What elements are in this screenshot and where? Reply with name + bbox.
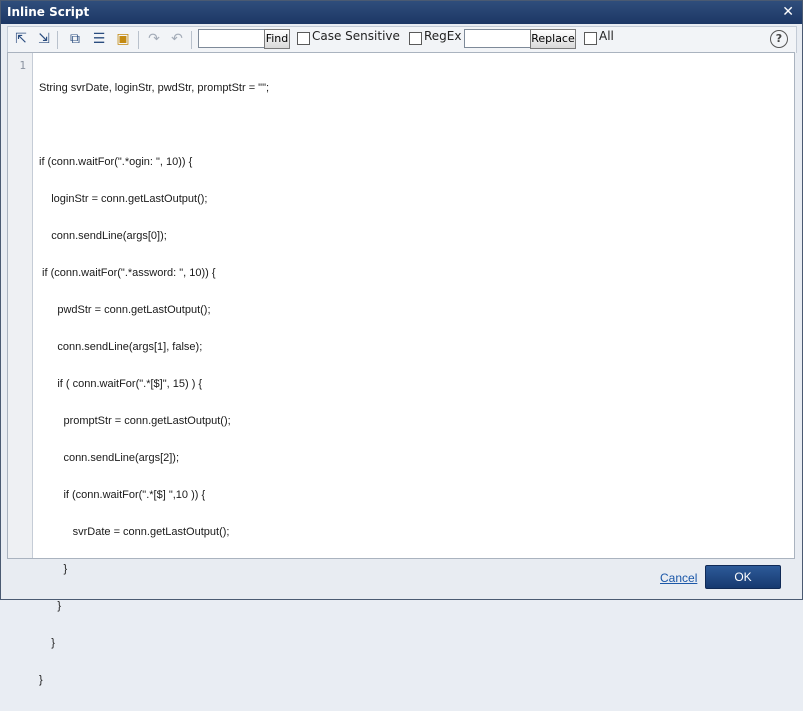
regex-checkbox[interactable] (409, 32, 422, 45)
code-text[interactable]: String svrDate, loginStr, pwdStr, prompt… (39, 58, 269, 711)
title-bar: Inline Script ✕ (1, 1, 802, 24)
redo-icon[interactable]: ↷ (145, 30, 163, 48)
code-line: conn.sendLine(args[1], false); (39, 341, 203, 353)
toolbar-separator (57, 31, 58, 49)
cancel-link[interactable]: Cancel (660, 571, 697, 585)
paste-icon[interactable]: ▣ (114, 30, 132, 48)
toolbar-separator (191, 31, 192, 49)
ok-button[interactable]: OK (705, 565, 781, 589)
code-line: svrDate = conn.getLastOutput(); (39, 526, 230, 538)
code-editor[interactable]: 1 String svrDate, loginStr, pwdStr, prom… (7, 52, 795, 686)
code-line: } (39, 637, 55, 649)
code-line: } (39, 600, 62, 612)
find-input[interactable] (198, 29, 268, 48)
line-number-gutter: 1 (8, 53, 33, 558)
code-line: String svrDate, loginStr, pwdStr, prompt… (39, 82, 270, 94)
help-icon[interactable]: ? (770, 30, 788, 48)
code-line: conn.sendLine(args[0]); (39, 230, 167, 242)
line-number: 1 (19, 59, 26, 72)
editor-toolbar: ⇱ ⇲ ⧉ ☰ ▣ ↷ ↶ Find Case Sensitive RegEx … (7, 26, 797, 53)
dialog-title: Inline Script (7, 5, 90, 19)
code-line: if ( conn.waitFor(".*[$]", 15) ) { (39, 378, 203, 390)
code-line: if (conn.waitFor(".*[$] ",10 )) { (39, 489, 206, 501)
code-line: pwdStr = conn.getLastOutput(); (39, 304, 211, 316)
regex-label: RegEx (424, 29, 462, 43)
case-sensitive-label: Case Sensitive (312, 29, 400, 43)
replace-input[interactable] (464, 29, 532, 48)
replace-button[interactable]: Replace (530, 29, 576, 49)
copy-icon[interactable]: ⧉ (66, 30, 84, 48)
inline-script-dialog: Inline Script ✕ ⇱ ⇲ ⧉ ☰ ▣ ↷ ↶ Find Case … (0, 0, 803, 686)
indent-icon[interactable]: ☰ (90, 30, 108, 48)
code-line: if (conn.waitFor(".*assword: ", 10)) { (39, 267, 216, 279)
code-line: promptStr = conn.getLastOutput(); (39, 415, 231, 427)
replace-all-checkbox[interactable] (584, 32, 597, 45)
find-button[interactable]: Find (264, 29, 290, 49)
code-line: loginStr = conn.getLastOutput(); (39, 193, 208, 205)
case-sensitive-checkbox[interactable] (297, 32, 310, 45)
toolbar-separator (138, 31, 139, 49)
import-icon[interactable]: ⇱ (12, 30, 30, 48)
close-icon[interactable]: ✕ (782, 4, 794, 20)
replace-all-label: All (599, 29, 614, 43)
dialog-footer: Cancel OK (1, 559, 802, 599)
export-icon[interactable]: ⇲ (35, 30, 53, 48)
undo-icon[interactable]: ↶ (168, 30, 186, 48)
code-line: if (conn.waitFor(".*ogin: ", 10)) { (39, 156, 193, 168)
code-line: } (39, 674, 43, 686)
code-line: conn.sendLine(args[2]); (39, 452, 180, 464)
